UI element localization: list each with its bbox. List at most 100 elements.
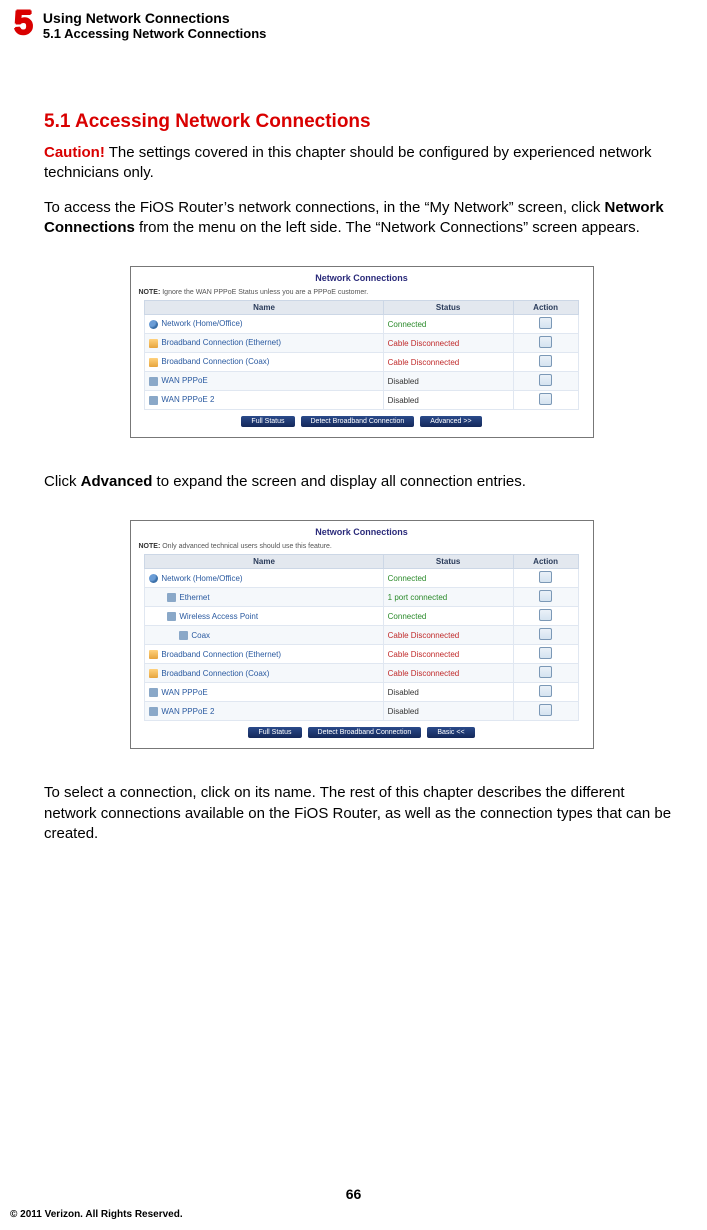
connection-icon [149,707,158,716]
connection-name-cell[interactable]: Broadband Connection (Coax) [145,353,383,372]
panel-button[interactable]: Basic << [427,727,474,738]
panel-button[interactable]: Advanced >> [420,416,481,427]
caution-paragraph: Caution! The settings covered in this ch… [44,143,679,184]
connection-name-cell[interactable]: Network (Home/Office) [145,315,383,334]
connection-status: Cable Disconnected [383,664,513,683]
connection-name-cell[interactable]: Broadband Connection (Ethernet) [145,334,383,353]
connection-name[interactable]: WAN PPPoE 2 [161,707,214,716]
panel-title: Network Connections [131,273,593,283]
col-name: Name [145,301,383,315]
caution-text: The settings covered in this chapter sho… [44,144,652,181]
caution-label: Caution! [44,144,105,161]
table-row: Ethernet1 port connected [145,588,578,607]
connection-icon [167,612,176,621]
connection-name[interactable]: Coax [191,631,210,640]
connection-icon [149,358,158,367]
connection-status: Cable Disconnected [383,645,513,664]
connection-action-cell [513,645,578,664]
connection-status: Cable Disconnected [383,334,513,353]
connection-status: Connected [383,569,513,588]
connection-name-cell[interactable]: WAN PPPoE 2 [145,702,383,721]
connection-name-cell[interactable]: Broadband Connection (Coax) [145,664,383,683]
chapter-title: Using Network Connections [43,10,266,26]
action-icon[interactable] [539,628,552,640]
col-status: Status [383,301,513,315]
section-heading: 5.1 Accessing Network Connections [44,111,679,133]
panel-button[interactable]: Full Status [241,416,294,427]
connection-name-cell[interactable]: WAN PPPoE [145,683,383,702]
action-icon[interactable] [539,590,552,602]
panel-note: NOTE: Only advanced technical users shou… [131,543,593,554]
connection-name[interactable]: Network (Home/Office) [161,574,242,583]
action-icon[interactable] [539,666,552,678]
connection-name-cell[interactable]: WAN PPPoE 2 [145,391,383,410]
connection-name-cell[interactable]: Coax [145,626,383,645]
col-status: Status [383,555,513,569]
panel-button-row: Full Status Detect Broadband Connection Ad… [131,416,593,427]
col-action: Action [513,555,578,569]
connection-action-cell [513,588,578,607]
col-name: Name [145,555,383,569]
connection-action-cell [513,372,578,391]
connection-name[interactable]: Broadband Connection (Ethernet) [161,338,281,347]
connection-action-cell [513,607,578,626]
action-icon[interactable] [539,647,552,659]
connection-name[interactable]: Broadband Connection (Ethernet) [161,650,281,659]
action-icon[interactable] [539,336,552,348]
connection-name[interactable]: Broadband Connection (Coax) [161,357,269,366]
connection-icon [149,688,158,697]
network-connections-panel-advanced: Network Connections NOTE: Only advanced … [130,520,594,749]
connection-status: Disabled [383,702,513,721]
connection-status: Disabled [383,683,513,702]
closing-paragraph: To select a connection, click on its nam… [44,783,679,844]
table-row: CoaxCable Disconnected [145,626,578,645]
connection-name[interactable]: Network (Home/Office) [161,319,242,328]
table-row: Broadband Connection (Ethernet) Cable Dis… [145,645,578,664]
action-icon[interactable] [539,355,552,367]
table-row: WAN PPPoE 2 Disabled [145,702,578,721]
action-icon[interactable] [539,704,552,716]
connection-name[interactable]: Wireless Access Point [179,612,258,621]
table-row: Network (Home/Office)Connected [145,315,578,334]
connection-icon [149,396,158,405]
table-row: Broadband Connection (Coax)Cable Disconn… [145,353,578,372]
action-icon[interactable] [539,393,552,405]
connection-status: Disabled [383,391,513,410]
action-icon[interactable] [539,685,552,697]
connection-action-cell [513,664,578,683]
connection-name[interactable]: Broadband Connection (Coax) [161,669,269,678]
connection-name-cell[interactable]: WAN PPPoE [145,372,383,391]
connection-name-cell[interactable]: Wireless Access Point [145,607,383,626]
connection-status: Disabled [383,372,513,391]
connection-icon [149,650,158,659]
panel-button[interactable]: Full Status [248,727,301,738]
panel-button[interactable]: Detect Broadband Connection [301,416,415,427]
connection-name[interactable]: WAN PPPoE [161,688,207,697]
connection-icon [149,574,158,583]
connection-name-cell[interactable]: Network (Home/Office) [145,569,383,588]
connection-action-cell [513,353,578,372]
action-icon[interactable] [539,571,552,583]
connection-name[interactable]: WAN PPPoE 2 [161,395,214,404]
table-row: WAN PPPoE Disabled [145,683,578,702]
chapter-subtitle: 5.1 Accessing Network Connections [43,26,266,41]
connection-name[interactable]: WAN PPPoE [161,376,207,385]
connection-icon [179,631,188,640]
panel-title: Network Connections [131,527,593,537]
connection-action-cell [513,683,578,702]
connection-icon [167,593,176,602]
action-icon[interactable] [539,374,552,386]
chapter-number: 5 [14,8,33,39]
connection-action-cell [513,702,578,721]
connection-name[interactable]: Ethernet [179,593,209,602]
panel-button[interactable]: Detect Broadband Connection [308,727,422,738]
page-number: 66 [0,1186,707,1202]
connection-name-cell[interactable]: Ethernet [145,588,383,607]
action-icon[interactable] [539,609,552,621]
connection-action-cell [513,315,578,334]
table-row: Network (Home/Office) Connected [145,569,578,588]
connection-name-cell[interactable]: Broadband Connection (Ethernet) [145,645,383,664]
connection-icon [149,669,158,678]
connection-action-cell [513,569,578,588]
action-icon[interactable] [539,317,552,329]
